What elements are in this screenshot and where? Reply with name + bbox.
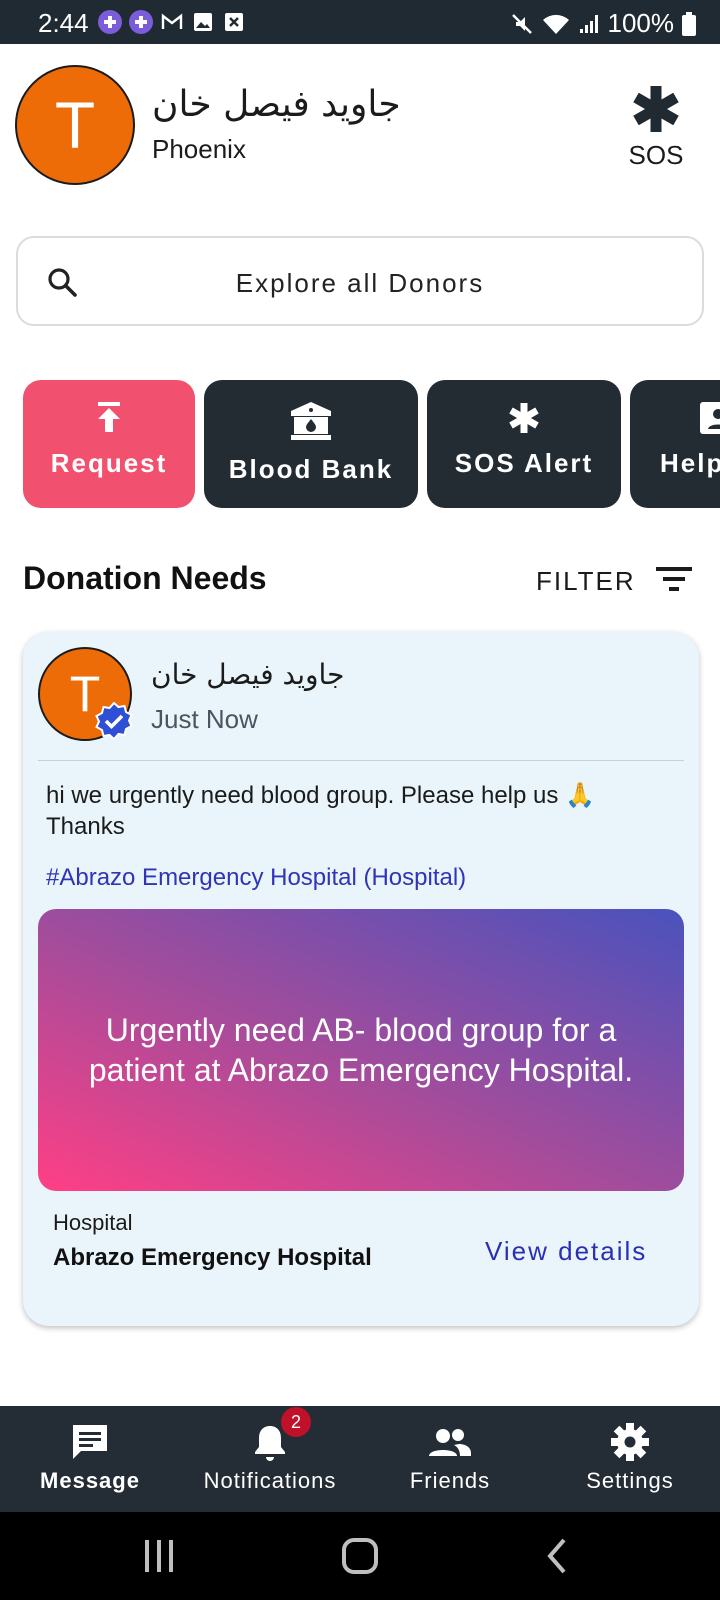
request-button[interactable]: Request — [23, 380, 195, 508]
help-label: Help — [660, 448, 720, 478]
bottom-nav: Message 2 Notifications Friends Settings — [0, 1406, 720, 1512]
mute-icon — [510, 12, 534, 36]
status-bar: 2:44 100% — [0, 0, 720, 44]
recent-apps-icon[interactable] — [142, 1536, 176, 1581]
view-details-link[interactable]: View details — [485, 1236, 647, 1267]
nav-friends-label: Friends — [409, 1468, 491, 1493]
battery-icon — [682, 11, 696, 36]
notification-icons — [98, 10, 246, 34]
post-message: hi we urgently need blood group. Please … — [46, 782, 595, 840]
profile-city: Phoenix — [152, 134, 246, 164]
filter-label: FILTER — [536, 566, 636, 596]
verified-badge-icon — [95, 701, 133, 741]
help-button[interactable]: Help — [630, 380, 720, 508]
nav-notifications-label: Notifications — [203, 1468, 337, 1493]
avatar-letter: T — [54, 88, 96, 162]
bell-icon — [190, 1422, 350, 1462]
hospital-name: Abrazo Emergency Hospital — [53, 1244, 372, 1271]
medical-app-icon — [98, 10, 122, 34]
notification-badge: 2 — [281, 1407, 311, 1437]
nav-message-label: Message — [40, 1468, 140, 1493]
blood-bank-label: Blood Bank — [228, 454, 394, 484]
bank-icon — [204, 402, 418, 440]
filter-icon — [655, 565, 692, 598]
nav-settings[interactable]: Settings — [570, 1406, 690, 1512]
quick-actions: Request Blood Bank SOS Alert Help — [23, 380, 720, 508]
profile-name: جاوید فیصل خان — [152, 84, 401, 125]
card-divider — [38, 760, 684, 761]
contact-card-icon — [630, 402, 720, 434]
request-label: Request — [50, 448, 168, 478]
gmail-icon — [160, 10, 184, 34]
blood-bank-button[interactable]: Blood Bank — [204, 380, 418, 508]
nav-message[interactable]: Message — [30, 1406, 150, 1512]
system-navigation-bar — [0, 1512, 720, 1600]
sos-label: SOS — [628, 140, 684, 170]
people-icon — [390, 1422, 510, 1462]
wifi-icon — [542, 12, 570, 36]
post-time: Just Now — [151, 704, 258, 734]
request-banner: Urgently need AB- blood group for a pati… — [38, 909, 684, 1191]
nav-settings-label: Settings — [586, 1468, 674, 1493]
battery-percent: 100% — [607, 8, 675, 38]
nav-notifications[interactable]: 2 Notifications — [190, 1406, 350, 1512]
donation-needs-title: Donation Needs — [23, 560, 267, 596]
hospital-hashtag[interactable]: #Abrazo Emergency Hospital (Hospital) — [46, 864, 466, 892]
profile-avatar[interactable]: T — [15, 65, 135, 185]
home-icon[interactable] — [340, 1536, 380, 1581]
search-placeholder: Explore all Donors — [235, 268, 485, 298]
close-box-icon — [222, 10, 246, 34]
asterisk-icon — [618, 84, 694, 134]
post-author-name: جاوید فیصل خان — [151, 658, 345, 691]
sos-alert-button[interactable]: SOS Alert — [427, 380, 621, 508]
banner-text: Urgently need AB- blood group for a pati… — [88, 1012, 634, 1088]
hospital-label: Hospital — [53, 1210, 133, 1235]
sos-button[interactable]: SOS — [618, 84, 694, 180]
signal-icon — [578, 13, 600, 35]
status-time: 2:44 — [38, 8, 89, 38]
back-icon[interactable] — [546, 1536, 570, 1581]
donation-post-card[interactable]: T جاوید فیصل خان Just Now hi we urgently… — [23, 632, 699, 1326]
gallery-icon — [191, 10, 215, 34]
asterisk-icon — [427, 402, 621, 434]
filter-button[interactable]: FILTER — [536, 565, 692, 598]
upload-icon — [23, 402, 195, 434]
message-icon — [30, 1422, 150, 1462]
gear-icon — [570, 1422, 690, 1462]
explore-donors-search[interactable]: Explore all Donors — [16, 236, 704, 326]
system-status: 100% — [510, 8, 696, 39]
nav-friends[interactable]: Friends — [390, 1406, 510, 1512]
sos-alert-label: SOS Alert — [454, 448, 594, 478]
medical-app-icon — [129, 10, 153, 34]
